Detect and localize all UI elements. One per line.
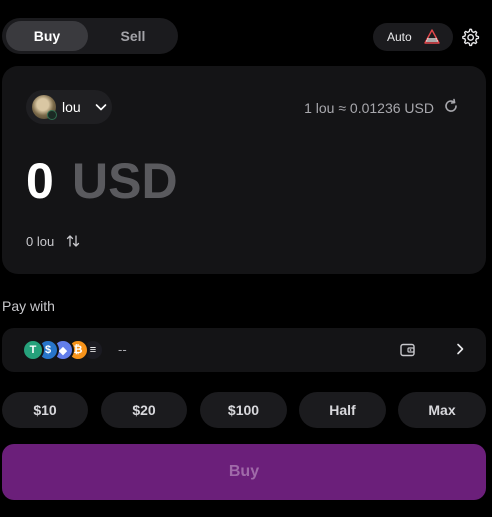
amount-input[interactable]: 0 <box>26 152 54 210</box>
auto-slippage-button[interactable]: Auto <box>373 23 453 51</box>
exchange-rate: 1 lou ≈ 0.01236 USD <box>304 100 434 116</box>
buy-button[interactable]: Buy <box>2 444 486 500</box>
refresh-icon[interactable] <box>443 98 459 114</box>
token-name: lou <box>62 99 81 115</box>
payment-method-value: -- <box>118 342 127 357</box>
tether-icon: T <box>22 339 44 361</box>
auto-label: Auto <box>387 30 412 44</box>
chevron-right-icon <box>457 343 464 355</box>
chevron-down-icon <box>95 104 107 111</box>
warning-icon <box>424 29 440 44</box>
payment-coins: T $ ◆ ₿ ≡ <box>22 339 122 361</box>
payment-method-selector[interactable]: T $ ◆ ₿ ≡ -- <box>2 328 486 372</box>
quick-amount-half[interactable]: Half <box>299 392 386 428</box>
amount-currency: USD <box>72 153 178 209</box>
tab-sell[interactable]: Sell <box>92 21 174 51</box>
buy-card: lou 1 lou ≈ 0.01236 USD 0 USD 0 lou <box>2 66 486 274</box>
quick-amount-100[interactable]: $100 <box>200 392 287 428</box>
swap-vertical-icon[interactable] <box>66 234 80 248</box>
tab-buy[interactable]: Buy <box>6 21 88 51</box>
pay-with-label: Pay with <box>2 298 55 314</box>
settings-gear-icon[interactable] <box>459 26 481 48</box>
chain-badge-icon <box>47 110 57 120</box>
token-amount: 0 lou <box>26 234 55 249</box>
buy-sell-toggle: Buy Sell <box>2 18 178 54</box>
quick-amount-20[interactable]: $20 <box>101 392 187 428</box>
token-selector[interactable]: lou <box>26 90 112 124</box>
wallet-icon <box>400 343 415 357</box>
quick-amount-max[interactable]: Max <box>398 392 486 428</box>
quick-amount-10[interactable]: $10 <box>2 392 88 428</box>
